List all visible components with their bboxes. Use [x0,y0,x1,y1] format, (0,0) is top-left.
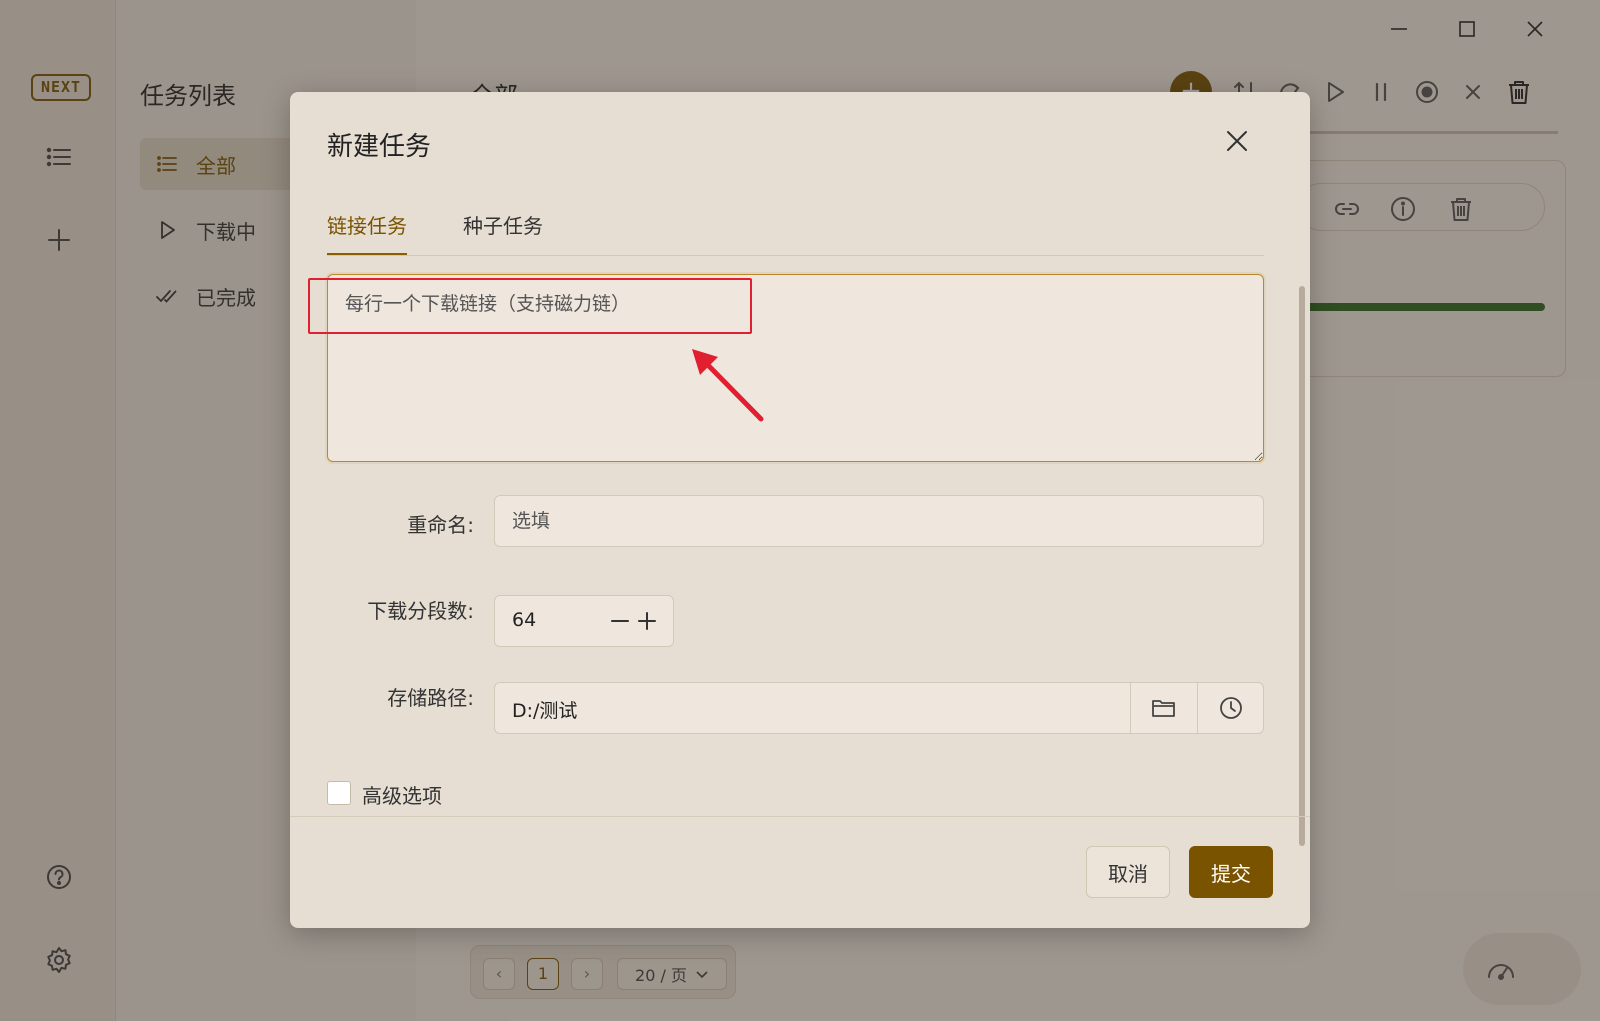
dialog-close-icon[interactable] [1222,126,1252,156]
save-path-label: 存储路径: [387,686,474,710]
history-clock-icon[interactable] [1197,683,1264,733]
submit-button[interactable]: 提交 [1189,846,1273,898]
scrollbar-thumb[interactable] [1299,286,1305,846]
dialog-scrollbar[interactable] [1299,192,1305,848]
tabs-divider [327,255,1264,256]
folder-open-icon[interactable] [1130,683,1197,733]
rename-label: 重命名: [407,513,474,537]
new-task-dialog: 新建任务 链接任务 种子任务 重命名: 下载分段数: 64 存储路径: D:/测… [290,92,1310,928]
download-links-input[interactable] [327,274,1264,462]
segments-stepper[interactable]: 64 [494,595,674,647]
segments-value: 64 [512,609,537,631]
dialog-title: 新建任务 [327,132,432,162]
minus-icon[interactable] [607,608,633,634]
advanced-options-checkbox[interactable] [327,781,351,805]
tab-link-task[interactable]: 链接任务 [327,210,407,256]
plus-icon[interactable] [634,608,660,634]
cancel-button[interactable]: 取消 [1086,846,1170,898]
tab-torrent-task[interactable]: 种子任务 [463,210,543,253]
rename-input[interactable] [494,495,1264,547]
footer-divider [290,816,1310,817]
advanced-options-label: 高级选项 [362,784,442,808]
segments-label: 下载分段数: [367,599,474,623]
save-path-field[interactable]: D:/测试 [494,682,1264,734]
save-path-value: D:/测试 [512,700,578,722]
